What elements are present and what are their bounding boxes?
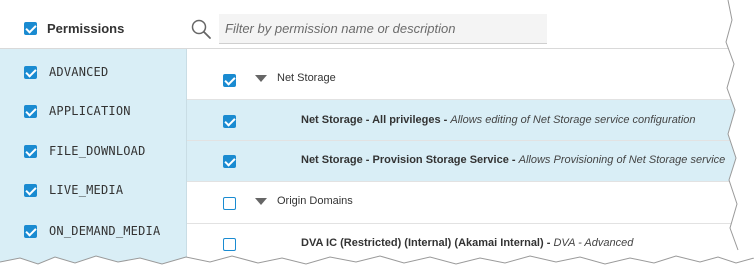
permission-name: DVA IC (Restricted) (Internal) (Akamai I… bbox=[301, 237, 551, 249]
sidebar-item-live-media[interactable]: LIVE_MEDIA bbox=[24, 183, 123, 197]
permission-checkbox[interactable] bbox=[223, 115, 236, 128]
header-bar: Permissions bbox=[0, 0, 754, 49]
permission-text: DVA IC (Restricted) (Internal) (Akamai I… bbox=[301, 237, 633, 249]
caret-down-icon[interactable] bbox=[255, 75, 267, 82]
sidebar-checkbox[interactable] bbox=[24, 104, 37, 118]
group-checkbox[interactable] bbox=[223, 74, 236, 87]
permission-name: Net Storage - All privileges - bbox=[301, 114, 448, 126]
permission-description: DVA - Advanced bbox=[553, 237, 634, 249]
permission-row[interactable]: DVA IC (Restricted) (Internal) (Akamai I… bbox=[187, 224, 754, 264]
sidebar-item-label: ON_DEMAND_MEDIA bbox=[49, 224, 161, 238]
sidebar-checkbox[interactable] bbox=[24, 144, 37, 158]
caret-down-icon[interactable] bbox=[255, 198, 267, 205]
sidebar-checkbox[interactable] bbox=[24, 224, 37, 238]
permissions-panel: Permissions ADVANCED APPLICATION FILE_DO… bbox=[0, 0, 754, 274]
group-label: Origin Domains bbox=[277, 195, 353, 207]
sidebar-item-label: LIVE_MEDIA bbox=[49, 183, 124, 197]
permissions-title: Permissions bbox=[47, 21, 125, 36]
permission-description: Allows Provisioning of Net Storage servi… bbox=[518, 154, 726, 166]
permission-name: Net Storage - Provision Storage Service … bbox=[301, 154, 516, 166]
group-row-origin-domains[interactable]: Origin Domains bbox=[187, 182, 754, 224]
group-row-net-storage[interactable]: Net Storage bbox=[187, 59, 754, 100]
permissions-header[interactable]: Permissions bbox=[24, 21, 124, 36]
sidebar-item-application[interactable]: APPLICATION bbox=[24, 104, 131, 118]
group-label: Net Storage bbox=[277, 72, 336, 84]
sidebar-item-advanced[interactable]: ADVANCED bbox=[24, 65, 108, 79]
group-checkbox[interactable] bbox=[223, 197, 236, 210]
sidebar-item-label: ADVANCED bbox=[49, 65, 109, 79]
permission-row[interactable]: Net Storage - All privileges - Allows ed… bbox=[187, 100, 754, 141]
search-input[interactable] bbox=[219, 14, 547, 44]
sidebar-item-label: FILE_DOWNLOAD bbox=[49, 144, 146, 158]
category-sidebar: ADVANCED APPLICATION FILE_DOWNLOAD LIVE_… bbox=[0, 49, 187, 274]
permission-row[interactable]: Net Storage - Provision Storage Service … bbox=[187, 141, 754, 182]
sidebar-item-on-demand-media[interactable]: ON_DEMAND_MEDIA bbox=[24, 224, 160, 238]
search-icon bbox=[191, 19, 211, 39]
permission-description: Allows editing of Net Storage service co… bbox=[450, 114, 696, 126]
permission-text: Net Storage - Provision Storage Service … bbox=[301, 154, 725, 166]
permission-checkbox[interactable] bbox=[223, 155, 236, 168]
select-all-checkbox[interactable] bbox=[24, 22, 37, 35]
sidebar-checkbox[interactable] bbox=[24, 183, 37, 197]
permission-checkbox[interactable] bbox=[223, 238, 236, 251]
sidebar-checkbox[interactable] bbox=[24, 65, 37, 79]
permission-text: Net Storage - All privileges - Allows ed… bbox=[301, 114, 696, 126]
sidebar-item-file-download[interactable]: FILE_DOWNLOAD bbox=[24, 144, 146, 158]
permission-list: Net Storage Net Storage - All privileges… bbox=[187, 49, 754, 274]
sidebar-item-label: APPLICATION bbox=[49, 104, 131, 118]
